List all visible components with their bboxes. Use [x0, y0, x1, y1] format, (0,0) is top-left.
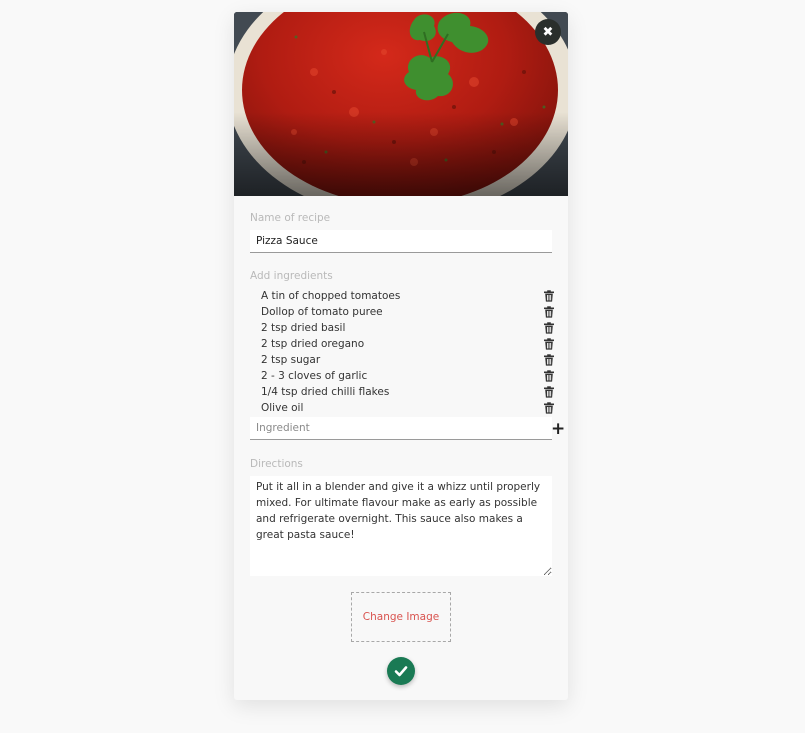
ingredient-item: Dollop of tomato puree	[250, 304, 556, 320]
save-button[interactable]	[387, 657, 415, 685]
recipe-name-input[interactable]	[250, 230, 552, 253]
trash-icon[interactable]	[543, 290, 555, 302]
ingredient-text: Olive oil	[261, 402, 304, 414]
ingredient-text: 2 tsp dried oregano	[261, 338, 365, 350]
recipe-name-label: Name of recipe	[250, 212, 331, 224]
change-image-label: Change Image	[362, 611, 440, 623]
trash-icon[interactable]	[543, 338, 555, 350]
check-icon	[394, 666, 408, 677]
trash-icon[interactable]	[543, 322, 555, 334]
tomato-sauce-photo	[234, 12, 568, 196]
change-image-button[interactable]: Change Image	[351, 592, 451, 642]
ingredient-item: Olive oil	[250, 400, 556, 416]
ingredient-text: 2 - 3 cloves of garlic	[261, 370, 368, 382]
ingredient-text: 2 tsp sugar	[261, 354, 321, 366]
trash-icon[interactable]	[543, 386, 555, 398]
close-icon: ✖	[542, 24, 554, 40]
directions-textarea[interactable]: Put it all in a blender and give it a wh…	[250, 476, 552, 576]
trash-icon[interactable]	[543, 370, 555, 382]
ingredient-item: 2 tsp dried basil	[250, 320, 556, 336]
ingredient-input[interactable]	[250, 417, 552, 440]
trash-icon[interactable]	[543, 354, 555, 366]
trash-icon[interactable]	[543, 402, 555, 414]
ingredients-label: Add ingredients	[250, 270, 333, 282]
add-ingredient-button[interactable]: +	[551, 421, 565, 438]
ingredient-item: 2 tsp sugar	[250, 352, 556, 368]
ingredient-item: 2 - 3 cloves of garlic	[250, 368, 556, 384]
directions-label: Directions	[250, 458, 303, 470]
ingredient-item: A tin of chopped tomatoes	[250, 288, 556, 304]
recipe-image: ✖	[234, 12, 568, 196]
ingredient-item: 2 tsp dried oregano	[250, 336, 556, 352]
ingredient-list: A tin of chopped tomatoes Dollop of tomat…	[250, 288, 556, 416]
ingredient-item: 1/4 tsp dried chilli flakes	[250, 384, 556, 400]
plus-icon: +	[551, 419, 566, 439]
ingredient-text: A tin of chopped tomatoes	[261, 290, 401, 302]
ingredient-text: 1/4 tsp dried chilli flakes	[261, 386, 390, 398]
close-button[interactable]: ✖	[535, 19, 561, 45]
ingredient-text: Dollop of tomato puree	[261, 306, 383, 318]
trash-icon[interactable]	[543, 306, 555, 318]
recipe-edit-card: ✖ Name of recipe Add ingredients A tin o…	[234, 12, 568, 700]
ingredient-text: 2 tsp dried basil	[261, 322, 346, 334]
